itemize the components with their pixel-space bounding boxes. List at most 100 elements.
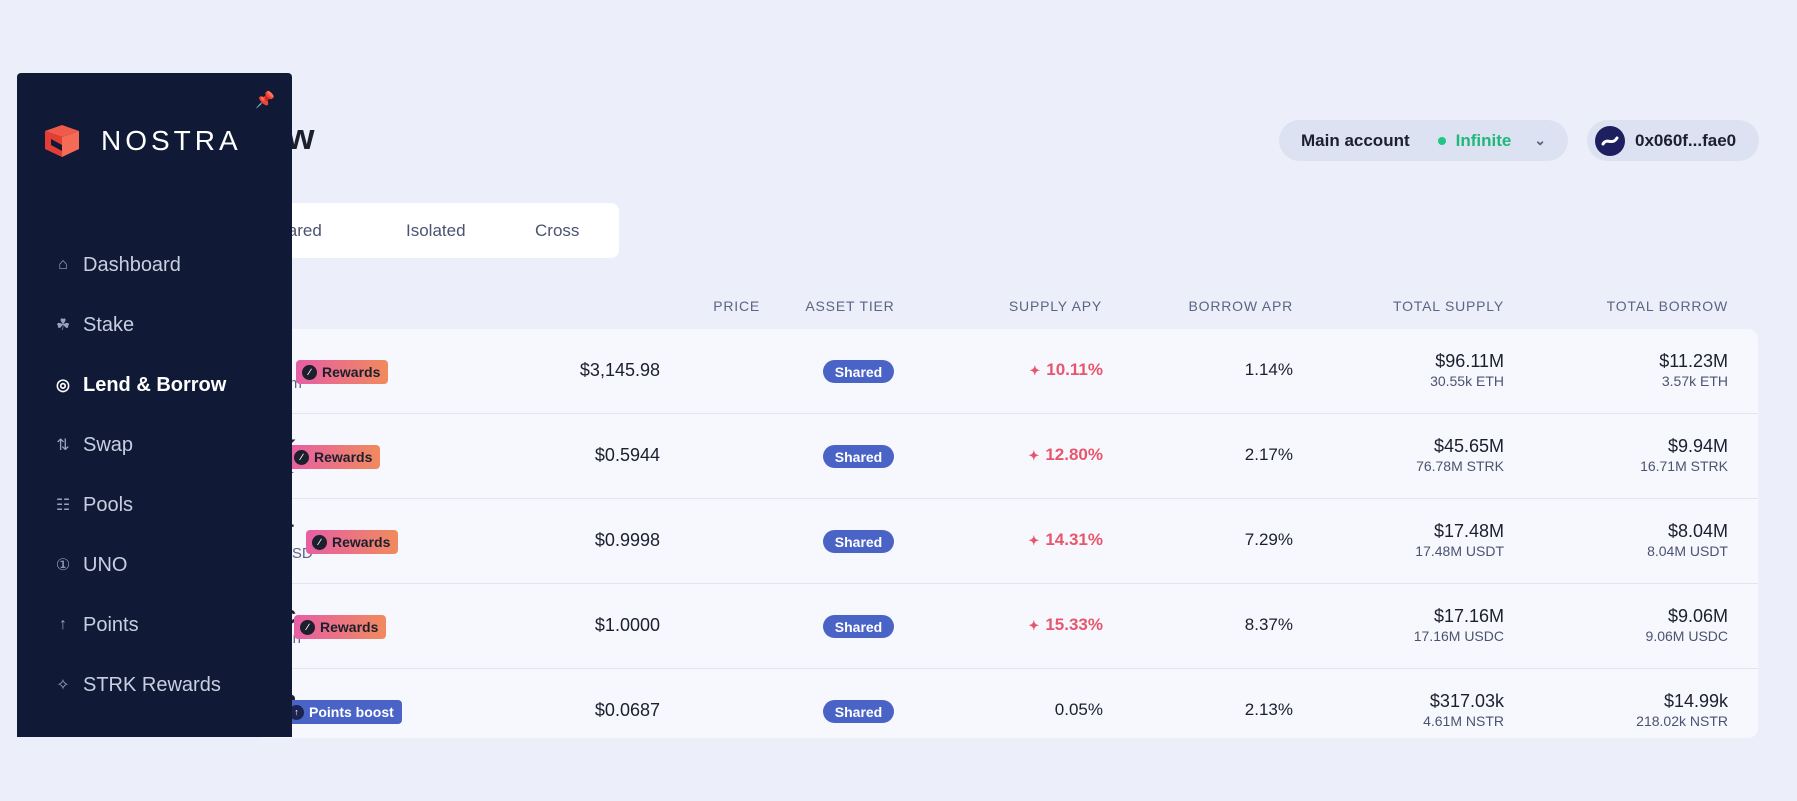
badge-label: Rewards: [322, 364, 381, 380]
sidebar-item-strk-rewards[interactable]: ✧ STRK Rewards: [53, 655, 226, 715]
sidebar-item-swap[interactable]: ⇅ Swap: [53, 415, 226, 475]
asset-tier-badge: Shared: [823, 700, 894, 723]
price-value: $3,145.98: [579, 360, 660, 380]
pin-icon[interactable]: 📌: [255, 90, 275, 110]
brand-name: NOSTRA: [101, 125, 242, 156]
sidebar-item-label: Pools: [83, 493, 134, 516]
sidebar-item-label: Points: [83, 613, 139, 636]
sidebar-item-label: Lend & Borrow: [83, 373, 227, 396]
strk-icon: ∕: [312, 534, 327, 550]
wallet-address: 0x060f...fae0: [1635, 130, 1737, 150]
sidebar-item-uno[interactable]: ① UNO: [53, 535, 226, 595]
supply-apy-value: 14.31%: [1045, 530, 1103, 549]
sidebar-item-label: Dashboard: [83, 253, 181, 276]
badge-label: Points boost: [309, 704, 394, 720]
total-supply-amount: 4.61M NSTR: [1423, 713, 1504, 729]
sidebar-item-label: STRK Rewards: [83, 673, 221, 696]
total-supply-usd: $17.16M: [1433, 606, 1504, 626]
arrow-up-icon: ↑: [59, 616, 67, 633]
sidebar-item-pools[interactable]: ☷ Pools: [53, 475, 226, 535]
supply-apy-value: 15.33%: [1045, 615, 1103, 634]
wallet-button[interactable]: 0x060f...fae0: [1587, 120, 1759, 161]
column-header-price[interactable]: PRICE: [660, 298, 760, 314]
column-header-borrow-apr[interactable]: BORROW APR: [1143, 298, 1293, 314]
supply-apy-value: 0.05%: [1054, 700, 1103, 719]
table-row[interactable]: R↑Points boost$0.0687Shared0.05%2.13%$31…: [255, 669, 1758, 738]
points-boost-badge: ↑ Points boost: [283, 700, 402, 724]
table-row[interactable]: Ket∕Rewards$0.5944Shared✦12.80%2.17%$45.…: [255, 414, 1758, 499]
status-dot: [1437, 136, 1446, 145]
chevron-down-icon: ⌄: [1534, 132, 1546, 148]
total-borrow-amount: 3.57k ETH: [1661, 373, 1728, 389]
borrow-apr: 8.37%: [1244, 615, 1293, 634]
supply-apy: ✦ 15.33%: [983, 615, 1103, 635]
sidebar-item-stake[interactable]: ☘ Stake: [53, 295, 226, 355]
supply-apy-value: 10.11%: [1046, 360, 1103, 379]
tab-isolated[interactable]: Isolated: [406, 221, 466, 241]
supply-apy: ✦ 10.11%: [983, 360, 1103, 380]
sprout-icon: ☘: [55, 317, 71, 334]
sidebar-item-label: Stake: [83, 313, 135, 336]
strk-icon: ∕: [302, 364, 317, 380]
sparkle-icon: ✦: [1028, 618, 1040, 633]
table-row[interactable]: um∕Rewards$3,145.98Shared✦10.11%1.14%$96…: [255, 329, 1758, 414]
nostra-logo-icon: [45, 125, 79, 157]
uno-icon: ①: [55, 557, 71, 574]
price-value: $0.0687: [594, 700, 660, 720]
badge-label: Rewards: [314, 449, 373, 465]
price-value: $0.5944: [594, 445, 660, 465]
coins-icon: ◎: [56, 377, 70, 394]
total-borrow-usd: $9.06M: [1667, 606, 1728, 626]
table-row[interactable]: Coin∕Rewards$1.0000Shared✦15.33%8.37%$17…: [255, 584, 1758, 669]
total-borrow-usd: $8.04M: [1667, 521, 1728, 541]
sidebar-item-points[interactable]: ↑ Points: [53, 595, 226, 655]
sparkle-icon: ✦: [1028, 533, 1040, 548]
tab-cross[interactable]: Cross: [535, 221, 579, 241]
total-supply-amount: 76.78M STRK: [1416, 458, 1504, 474]
total-supply-amount: 30.55k ETH: [1430, 373, 1504, 389]
column-header-supply-apy[interactable]: SUPPLY APY: [962, 298, 1102, 314]
total-supply-usd: $96.11M: [1435, 351, 1504, 371]
badge-label: Rewards: [320, 619, 379, 635]
account-mode: Infinite: [1455, 130, 1512, 150]
total-borrow-amount: 218.02k NSTR: [1636, 713, 1728, 729]
sidebar-item-lend-borrow[interactable]: ◎ Lend & Borrow: [53, 355, 226, 415]
total-borrow-usd: $14.99k: [1663, 691, 1728, 711]
sidebar-item-dashboard[interactable]: ⌂ Dashboard: [53, 235, 226, 295]
table-row[interactable]: TUSD∕Rewards$0.9998Shared✦14.31%7.29%$17…: [255, 499, 1758, 584]
account-name: Main account: [1301, 130, 1410, 150]
pool-icon: ☷: [55, 497, 71, 514]
price-value: $0.9998: [594, 530, 660, 550]
column-header-asset-tier[interactable]: ASSET TIER: [800, 298, 900, 314]
column-header-total-borrow[interactable]: TOTAL BORROW: [1528, 298, 1728, 314]
asset-tier-badge: Shared: [823, 530, 894, 553]
column-header-total-supply[interactable]: TOTAL SUPPLY: [1304, 298, 1504, 314]
sidebar-item-label: Swap: [83, 433, 134, 456]
logo[interactable]: NOSTRA: [41, 123, 242, 159]
rewards-badge: ∕ Rewards: [306, 530, 399, 554]
sidebar-item-label: UNO: [83, 553, 128, 576]
total-borrow-amount: 8.04M USDT: [1647, 543, 1728, 559]
total-supply-usd: $17.48M: [1433, 521, 1504, 541]
borrow-apr: 2.17%: [1244, 445, 1293, 464]
borrow-apr: 2.13%: [1244, 700, 1293, 719]
markets-table: um∕Rewards$3,145.98Shared✦10.11%1.14%$96…: [255, 329, 1758, 738]
strk-icon: ∕: [300, 619, 315, 635]
borrow-apr: 7.29%: [1244, 530, 1293, 549]
asset-tier-badge: Shared: [823, 615, 894, 638]
total-supply-usd: $317.03k: [1429, 691, 1504, 711]
supply-apy: ✦ 12.80%: [983, 445, 1103, 465]
supply-apy: 0.05%: [983, 700, 1103, 720]
account-selector[interactable]: Main account Infinite ⌄: [1279, 120, 1568, 161]
borrow-apr: 1.14%: [1244, 360, 1293, 379]
total-borrow-amount: 9.06M USDC: [1645, 628, 1728, 644]
asset-tier-badge: Shared: [823, 445, 894, 468]
total-borrow-usd: $9.94M: [1667, 436, 1728, 456]
rewards-badge: ∕ Rewards: [296, 360, 389, 384]
total-supply-amount: 17.48M USDT: [1415, 543, 1504, 559]
pool-tabs: Shared Isolated Cross: [255, 203, 619, 258]
supply-apy: ✦ 14.31%: [983, 530, 1103, 550]
sidebar: 📌 NOSTRA ⌂ Dashboard ☘ Stake ◎ Lend & Borrow ⇅…: [17, 73, 292, 737]
price-value: $1.0000: [594, 615, 660, 635]
swap-icon: ⇅: [56, 437, 70, 454]
